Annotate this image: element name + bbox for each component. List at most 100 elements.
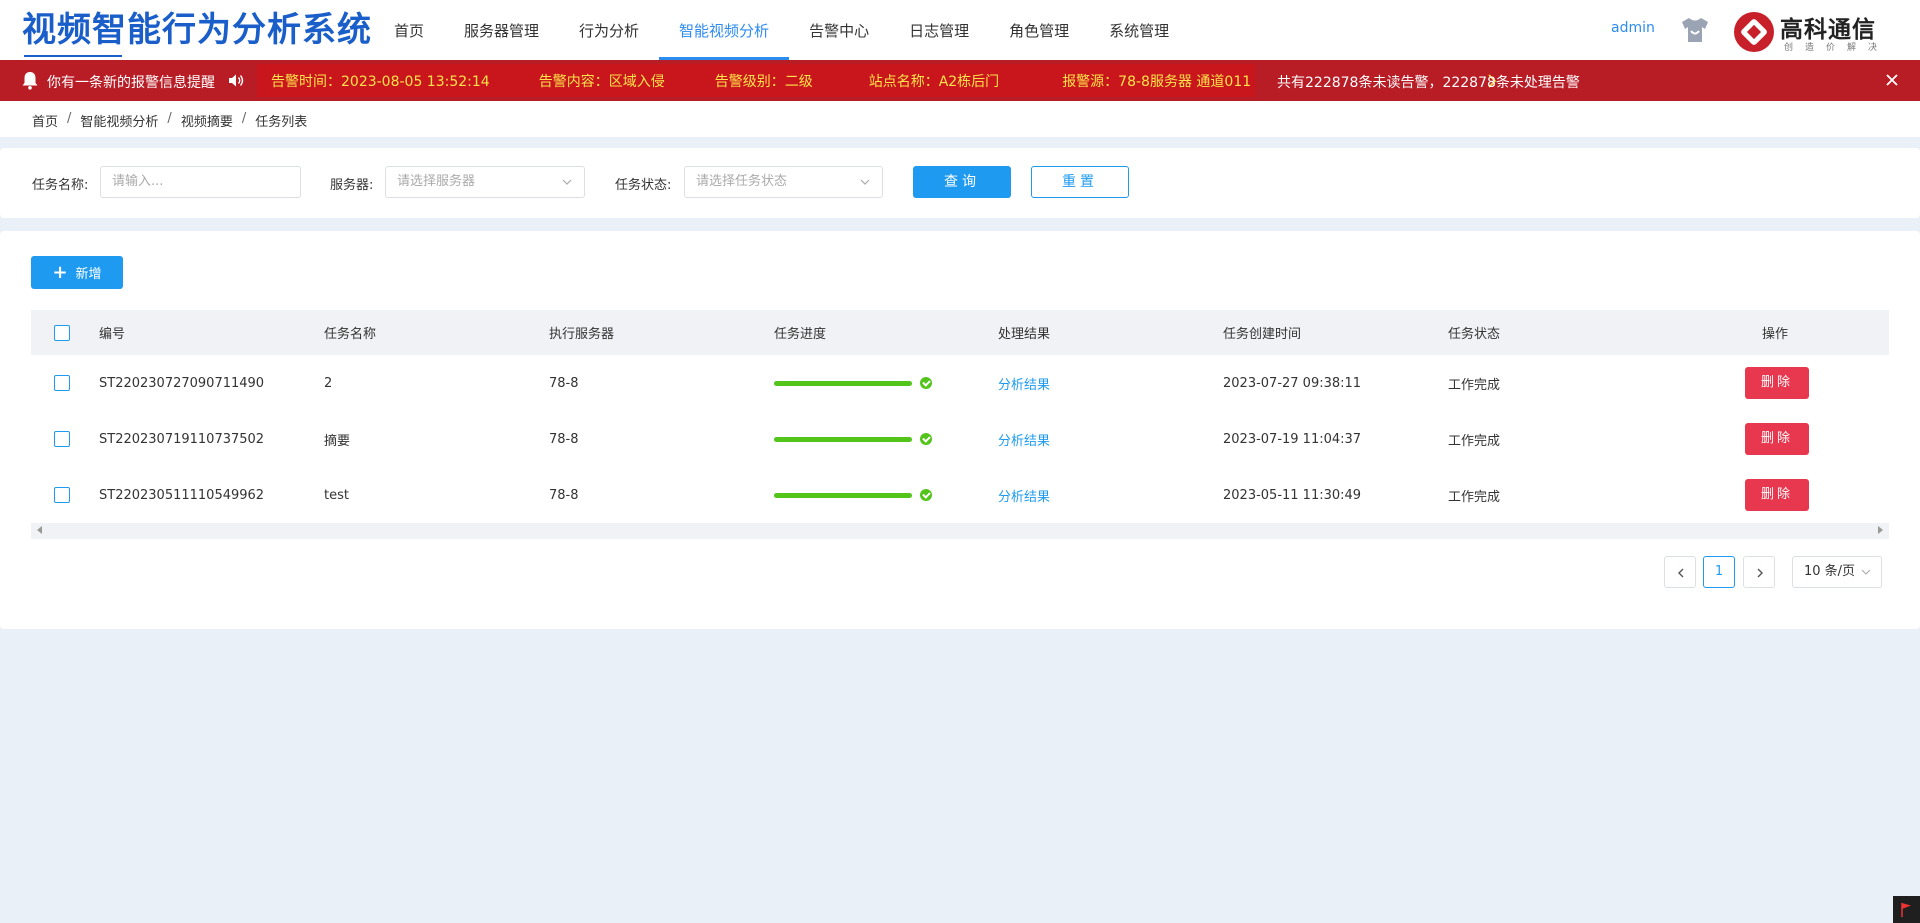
company-logo: 高科通信 创造价解决 [1734, 10, 1904, 53]
company-logo-mark [1734, 12, 1774, 52]
task-server: 78-8 [549, 431, 579, 447]
row-checkbox[interactable] [54, 375, 70, 391]
task-created-time: 2023-07-19 11:04:37 [1223, 431, 1362, 447]
alarm-notification-bar: 你有一条新的报警信息提醒 告警时间：2023-08-05 13:52:14 告警… [0, 60, 1920, 101]
breadcrumb-video-summary[interactable]: 视频摘要 [181, 111, 233, 130]
nav-item-alarm-center[interactable]: 告警中心 [789, 0, 889, 60]
horizontal-scrollbar[interactable] [31, 523, 1889, 539]
reset-button[interactable]: 重置 [1031, 166, 1129, 198]
delete-button[interactable]: 删除 [1745, 423, 1809, 455]
nav-item-home[interactable]: 首页 [374, 0, 444, 60]
progress-fill [774, 381, 912, 386]
row-select-cell [54, 355, 70, 411]
progress-bar [774, 433, 934, 445]
nav-item-behavior-analysis[interactable]: 行为分析 [559, 0, 659, 60]
column-header-progress: 任务进度 [774, 327, 827, 342]
breadcrumb-separator: / [167, 111, 172, 126]
task-name-input[interactable]: 请输入... [100, 166, 301, 198]
analysis-result-link[interactable]: 分析结果 [998, 467, 1050, 523]
row-select-cell [54, 467, 70, 523]
nav-item-log-management[interactable]: 日志管理 [889, 0, 989, 60]
chevron-down-icon [860, 179, 870, 185]
breadcrumb-separator: / [241, 111, 247, 126]
chevron-down-icon [1861, 569, 1871, 575]
progress-fill [774, 437, 912, 442]
task-created-time: 2023-05-11 11:30:49 [1223, 487, 1362, 503]
alarm-time: 告警时间：2023-08-05 13:52:14 [271, 73, 490, 90]
next-page-button[interactable] [1743, 556, 1775, 588]
nav-item-smart-video-analysis[interactable]: 智能视频分析 [659, 0, 790, 60]
table-row: ST220230511110549962 test 78-8 分析结果 2023… [31, 467, 1889, 523]
chevron-left-icon [1678, 568, 1684, 578]
breadcrumb-task-list: 任务列表 [255, 115, 308, 130]
speaker-icon[interactable] [228, 73, 245, 88]
select-all-checkbox[interactable] [54, 324, 70, 341]
breadcrumb-separator: / [67, 111, 72, 126]
bell-icon [21, 71, 39, 90]
prev-page-button[interactable] [1664, 556, 1696, 588]
page-size-select[interactable]: 10 条/页 [1792, 556, 1882, 588]
top-header: 视频智能行为分析系统 首页 服务器管理 行为分析 智能视频分析 告警中心 日志管… [0, 0, 1920, 60]
breadcrumb: 首页 / 智能视频分析 / 视频摘要 / 任务列表 [32, 111, 307, 130]
task-id: ST220230719110737502 [99, 431, 265, 447]
task-id: ST220230511110549962 [99, 487, 265, 503]
page-size-value: 10 条/页 [1804, 564, 1856, 579]
query-button[interactable]: 查询 [913, 166, 1011, 198]
alarm-detail-panel[interactable]: 告警时间：2023-08-05 13:52:14 告警内容：区域入侵 告警级别：… [257, 64, 1497, 97]
main-nav: 首页 服务器管理 行为分析 智能视频分析 告警中心 日志管理 角色管理 系统管理 [374, 0, 1189, 60]
scroll-right-arrow-icon[interactable] [1878, 526, 1883, 534]
task-status: 工作完成 [1448, 377, 1501, 393]
page-number-button[interactable]: 1 [1703, 556, 1735, 588]
nav-item-system-management[interactable]: 系统管理 [1089, 0, 1189, 60]
analysis-result-link[interactable]: 分析结果 [998, 411, 1050, 467]
task-status: 工作完成 [1448, 489, 1501, 505]
scroll-left-arrow-icon[interactable] [37, 526, 42, 534]
company-logo-text: 高科通信 [1780, 17, 1876, 43]
task-server: 78-8 [549, 487, 579, 503]
task-created-time: 2023-07-27 09:38:11 [1223, 375, 1362, 391]
task-name-label: 任务名称: [32, 178, 89, 193]
user-name[interactable]: admin [1611, 20, 1655, 36]
table-row: ST220230727090711490 2 78-8 分析结果 2023-07… [31, 355, 1889, 411]
delete-button[interactable]: 删除 [1745, 367, 1809, 399]
alarm-summary[interactable]: 共有222878条未读告警，222878条未处理告警 [1277, 72, 1580, 92]
theme-skin-icon[interactable] [1678, 16, 1712, 44]
breadcrumb-home[interactable]: 首页 [32, 111, 58, 130]
progress-track [774, 381, 912, 386]
alarm-source: 报警源：78-8服务器 通道011 [1062, 73, 1252, 90]
table-row: ST220230719110737502 摘要 78-8 分析结果 2023-0… [31, 411, 1889, 467]
server-label: 服务器: [330, 178, 374, 193]
nav-item-role-management[interactable]: 角色管理 [989, 0, 1089, 60]
progress-bar [774, 489, 934, 501]
company-slogan: 创造价解决 [1784, 43, 1890, 53]
action-cell: 删除 [1745, 355, 1809, 411]
analysis-result-link[interactable]: 分析结果 [998, 355, 1050, 411]
check-circle-icon [920, 377, 932, 389]
delete-button[interactable]: 删除 [1745, 479, 1809, 511]
column-header-id: 编号 [99, 327, 126, 342]
row-checkbox[interactable] [54, 431, 70, 447]
task-progress-cell [774, 467, 934, 523]
breadcrumb-smart-video-analysis[interactable]: 智能视频分析 [80, 111, 158, 130]
column-header-server: 执行服务器 [549, 327, 615, 342]
column-header-result: 处理结果 [998, 327, 1051, 342]
add-task-button[interactable]: + 新增 [31, 256, 123, 289]
task-progress-cell [774, 355, 934, 411]
close-icon[interactable] [1884, 72, 1900, 88]
task-server: 78-8 [549, 375, 579, 391]
chevron-right-icon [1757, 568, 1763, 578]
task-status-select-placeholder: 请选择任务状态 [696, 174, 788, 189]
task-status-select[interactable]: 请选择任务状态 [684, 166, 883, 198]
plus-icon: + [52, 261, 68, 283]
progress-bar [774, 377, 934, 389]
nav-item-server-management[interactable]: 服务器管理 [444, 0, 559, 60]
row-checkbox[interactable] [54, 487, 70, 503]
column-header-action: 操作 [1762, 327, 1789, 342]
task-progress-cell [774, 411, 934, 467]
alarm-site: 站点名称：A2栋后门 [868, 73, 1000, 90]
flag-icon[interactable] [1893, 896, 1920, 923]
column-header-task-name: 任务名称 [324, 327, 377, 342]
progress-track [774, 493, 912, 498]
server-select[interactable]: 请选择服务器 [385, 166, 585, 198]
breadcrumb-bar: 首页 / 智能视频分析 / 视频摘要 / 任务列表 [0, 101, 1920, 137]
